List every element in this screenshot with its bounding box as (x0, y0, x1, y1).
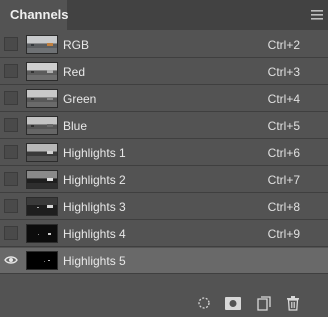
channel-name: Blue (63, 119, 88, 133)
channel-thumbnail (26, 89, 58, 108)
new-channel-icon[interactable] (255, 294, 273, 312)
eye-icon (4, 256, 18, 264)
channel-name: Green (63, 92, 97, 106)
channel-row-highlights-2[interactable]: Highlights 2 Ctrl+7 (0, 167, 328, 193)
channel-name: Highlights 1 (63, 146, 126, 160)
visibility-toggle[interactable] (4, 64, 18, 78)
channel-row-red[interactable]: Red Ctrl+3 (0, 59, 328, 85)
channels-panel: Channels RGB Ctrl+2 Red Ctrl+3 Green Ctr… (0, 0, 328, 317)
channel-name: Highlights 3 (63, 200, 126, 214)
channel-row-highlights-1[interactable]: Highlights 1 Ctrl+6 (0, 140, 328, 166)
channel-name: Highlights 4 (63, 227, 126, 241)
channel-thumbnail (26, 251, 58, 270)
channel-thumbnail (26, 143, 58, 162)
channel-thumbnail (26, 170, 58, 189)
channel-row-rgb[interactable]: RGB Ctrl+2 (0, 32, 328, 58)
channel-row-blue[interactable]: Blue Ctrl+5 (0, 113, 328, 139)
visibility-toggle[interactable] (4, 37, 18, 51)
channel-shortcut: Ctrl+6 (267, 146, 300, 160)
channel-shortcut: Ctrl+7 (267, 173, 300, 187)
channel-shortcut: Ctrl+8 (267, 200, 300, 214)
channel-thumbnail (26, 116, 58, 135)
panel-menu-icon[interactable] (306, 5, 328, 25)
tab-channels[interactable]: Channels (0, 0, 69, 30)
channel-row-highlights-5[interactable]: Highlights 5 (0, 248, 328, 274)
visibility-toggle[interactable] (4, 253, 18, 267)
channel-list: RGB Ctrl+2 Red Ctrl+3 Green Ctrl+4 Blue … (0, 32, 328, 275)
channel-shortcut: Ctrl+5 (267, 119, 300, 133)
channel-row-highlights-4[interactable]: Highlights 4 Ctrl+9 (0, 221, 328, 247)
channel-thumbnail (26, 35, 58, 54)
save-selection-mask-icon[interactable] (224, 294, 242, 312)
channel-row-highlights-3[interactable]: Highlights 3 Ctrl+8 (0, 194, 328, 220)
visibility-toggle[interactable] (4, 145, 18, 159)
channel-name: Red (63, 65, 86, 79)
channel-shortcut: Ctrl+3 (267, 65, 300, 79)
channel-name: RGB (63, 38, 90, 52)
channel-shortcut: Ctrl+4 (267, 92, 300, 106)
channel-name: Highlights 5 (63, 254, 126, 268)
channel-thumbnail (26, 224, 58, 243)
panel-tab-bar: Channels (0, 0, 328, 30)
channel-name: Highlights 2 (63, 173, 126, 187)
visibility-toggle[interactable] (4, 199, 18, 213)
channel-row-green[interactable]: Green Ctrl+4 (0, 86, 328, 112)
channel-thumbnail (26, 197, 58, 216)
visibility-toggle[interactable] (4, 172, 18, 186)
channel-thumbnail (26, 62, 58, 81)
channel-shortcut: Ctrl+9 (267, 227, 300, 241)
delete-channel-icon[interactable] (284, 294, 302, 312)
visibility-toggle[interactable] (4, 118, 18, 132)
visibility-toggle[interactable] (4, 91, 18, 105)
load-selection-icon[interactable] (195, 294, 213, 312)
channel-shortcut: Ctrl+2 (267, 38, 300, 52)
visibility-toggle[interactable] (4, 226, 18, 240)
panel-footer (0, 288, 328, 317)
